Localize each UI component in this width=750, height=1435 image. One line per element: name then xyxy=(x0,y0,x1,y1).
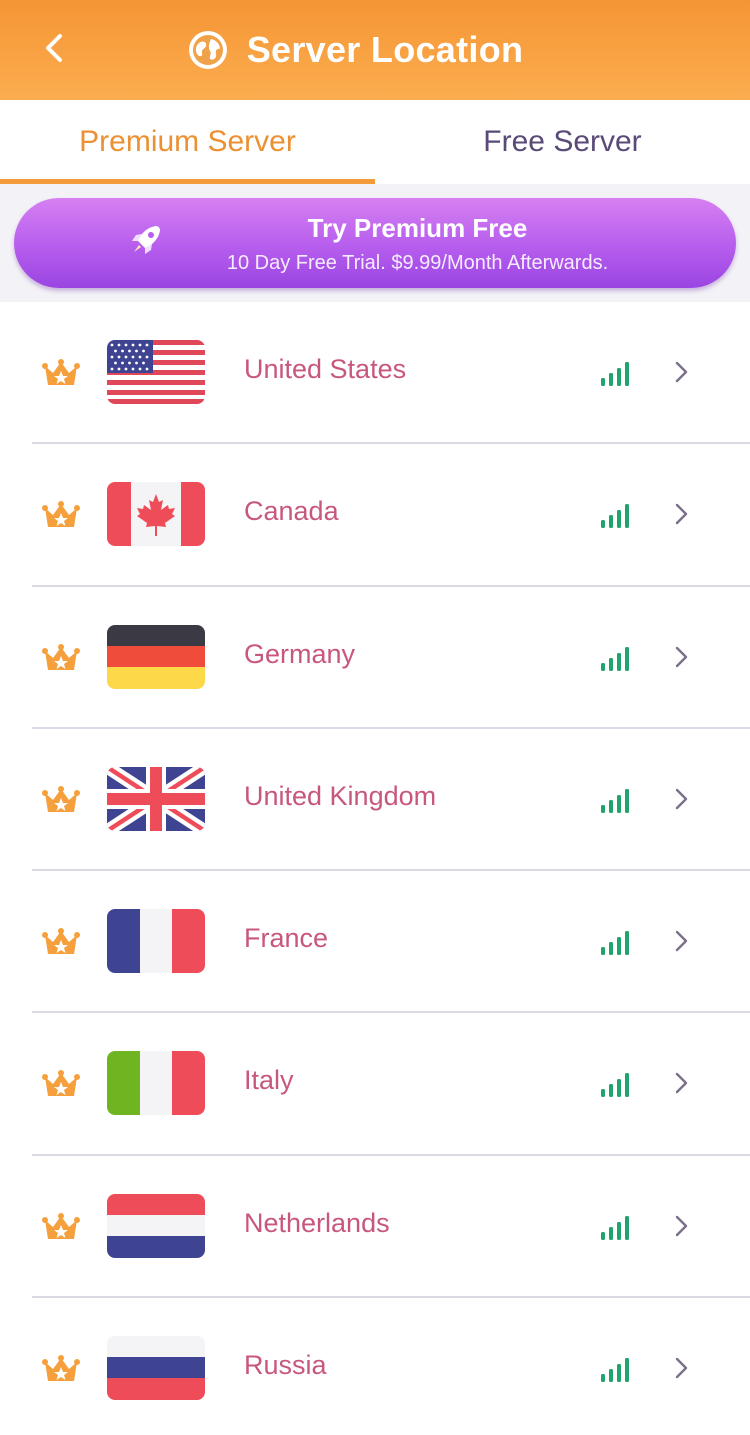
server-row-united-states[interactable]: United States xyxy=(0,302,750,445)
server-row-france[interactable]: France xyxy=(0,871,750,1014)
chevron-right-icon xyxy=(675,1357,688,1379)
tab-free-server[interactable]: Free Server xyxy=(375,100,750,184)
country-name: Italy xyxy=(244,1065,294,1096)
chevron-right-icon xyxy=(675,504,688,525)
crown-icon xyxy=(42,501,80,528)
country-name: United Kingdom xyxy=(244,780,437,811)
chevron-right-icon xyxy=(675,1073,688,1094)
signal-strength-icon xyxy=(601,1215,629,1240)
server-row-italy[interactable]: Italy xyxy=(0,1013,750,1156)
server-list: United States Canada Germany United King… xyxy=(0,302,750,1435)
globe-icon xyxy=(188,31,227,69)
server-row-canada[interactable]: Canada xyxy=(0,444,750,587)
flag-ca-icon xyxy=(107,482,205,547)
signal-strength-icon xyxy=(601,788,629,813)
promo-area: Try Premium Free 10 Day Free Trial. $9.9… xyxy=(0,184,750,302)
crown-icon xyxy=(42,359,80,385)
signal-strength-icon xyxy=(601,1073,629,1098)
chevron-right-icon xyxy=(675,1215,688,1236)
chevron-right-icon xyxy=(675,646,688,667)
tab-premium-server[interactable]: Premium Server xyxy=(0,100,375,184)
page-title: Server Location xyxy=(246,29,524,70)
promo-subtitle: 10 Day Free Trial. $9.99/Month Afterward… xyxy=(226,252,609,274)
crown-icon xyxy=(42,928,80,955)
signal-strength-icon xyxy=(601,504,629,529)
chevron-right-icon xyxy=(675,361,688,383)
crown-icon xyxy=(42,643,80,670)
crown-icon xyxy=(42,1070,80,1097)
chevron-right-icon xyxy=(675,930,688,952)
header-title-group: Server Location xyxy=(0,0,750,100)
country-name: United States xyxy=(244,354,407,384)
app-header: Server Location xyxy=(0,0,750,100)
flag-nl-icon xyxy=(107,1193,205,1258)
country-name: Russia xyxy=(244,1350,327,1381)
country-name: Canada xyxy=(244,496,339,527)
server-row-netherlands[interactable]: Netherlands xyxy=(0,1156,750,1299)
country-name: France xyxy=(244,923,329,954)
country-name: Netherlands xyxy=(244,1207,390,1238)
flag-fr-icon xyxy=(107,909,205,974)
crown-icon xyxy=(42,785,80,812)
flag-de-icon xyxy=(107,624,205,689)
flag-gb-icon xyxy=(107,766,205,831)
server-row-germany[interactable]: Germany xyxy=(0,587,750,729)
try-premium-button[interactable]: Try Premium Free 10 Day Free Trial. $9.9… xyxy=(14,198,736,288)
chevron-right-icon xyxy=(675,788,688,810)
signal-strength-icon xyxy=(601,931,629,956)
crown-icon xyxy=(42,1212,80,1239)
flag-ru-icon xyxy=(107,1336,205,1401)
server-row-russia[interactable]: Russia xyxy=(0,1298,750,1435)
crown-icon xyxy=(42,1355,80,1382)
promo-title: Try Premium Free xyxy=(307,213,528,243)
signal-strength-icon xyxy=(601,362,629,386)
flag-it-icon xyxy=(107,1051,205,1116)
country-name: Germany xyxy=(244,638,356,669)
signal-strength-icon xyxy=(601,1358,629,1383)
server-row-united-kingdom[interactable]: United Kingdom xyxy=(0,729,750,872)
server-tabs: Premium Server Free Server xyxy=(0,100,750,184)
signal-strength-icon xyxy=(601,646,629,671)
flag-us-icon xyxy=(107,340,205,404)
